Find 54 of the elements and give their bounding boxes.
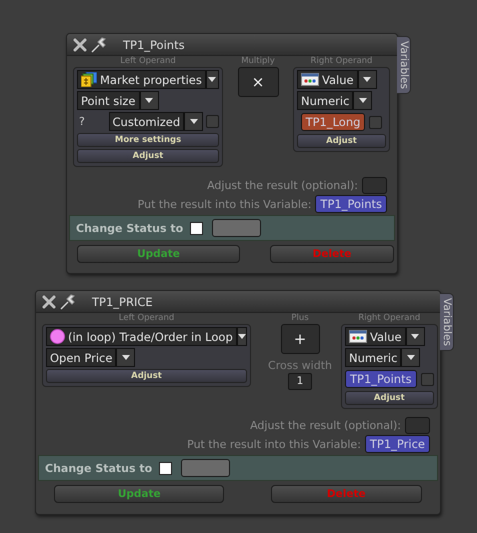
adjust-button[interactable]: Adjust [297,134,386,148]
field-label: Put the result into this Variable: [138,198,312,210]
input-field[interactable] [405,417,430,434]
variables-tab[interactable]: Variables [397,36,411,94]
adjust-button[interactable]: Adjust [345,391,434,405]
section-label: Right Operand [310,56,372,67]
status-label: Change Status to [76,222,184,234]
caret-icon [406,355,415,360]
caret-icon [238,334,246,339]
checkbox[interactable] [206,115,219,128]
section-label: Multiply [241,56,275,67]
input-field[interactable]: 1 [288,373,312,390]
window-title: TP1_PRICE [92,294,153,308]
input-field[interactable] [181,459,230,477]
adjust-button[interactable]: Adjust [77,149,219,163]
field-label: Adjust the result (optional): [207,179,358,192]
variable-chip[interactable]: TP1_Long [300,113,366,131]
close-icon [73,38,87,52]
checkbox[interactable] [159,462,172,474]
input-field[interactable] [212,219,261,237]
caret-icon [411,334,420,339]
caret-icon [190,119,198,124]
variables-tab[interactable]: Variables [440,293,454,351]
caret-icon [363,77,372,82]
caret-icon [122,355,130,360]
circle-icon [50,329,65,344]
section-label: Plus [291,313,309,324]
window-icon [301,73,319,86]
operator-button[interactable]: + [280,324,320,354]
help-mark: ? [78,115,86,128]
operator-button[interactable]: × [238,67,278,97]
caret-icon [358,98,367,103]
variable-chip[interactable]: TP1_Points [345,370,417,388]
checkbox[interactable] [369,116,382,128]
section-label: Left Operand [118,313,174,324]
checkbox[interactable] [190,222,203,234]
window-title: TP1_Points [123,38,185,52]
input-field[interactable] [362,177,387,194]
variable-chip[interactable]: TP1_Points [315,195,387,213]
window-icon [349,330,367,343]
section-label: Right Operand [358,313,420,324]
caret-icon [208,77,216,82]
adjust-button[interactable]: More settings [77,133,219,147]
caret-icon [145,98,154,103]
checkbox[interactable] [420,372,434,386]
document-stack-icon [81,72,97,87]
close-icon [42,294,56,308]
variable-chip[interactable]: TP1_Price [364,435,430,453]
field-label: Adjust the result (optional): [250,419,401,432]
field-label: Put the result into this Variable: [187,438,361,450]
section-label: Left Operand [120,56,176,67]
status-label: Change Status to [45,462,154,474]
adjust-button[interactable]: Adjust [46,369,247,383]
field-label: Cross width [268,359,332,372]
